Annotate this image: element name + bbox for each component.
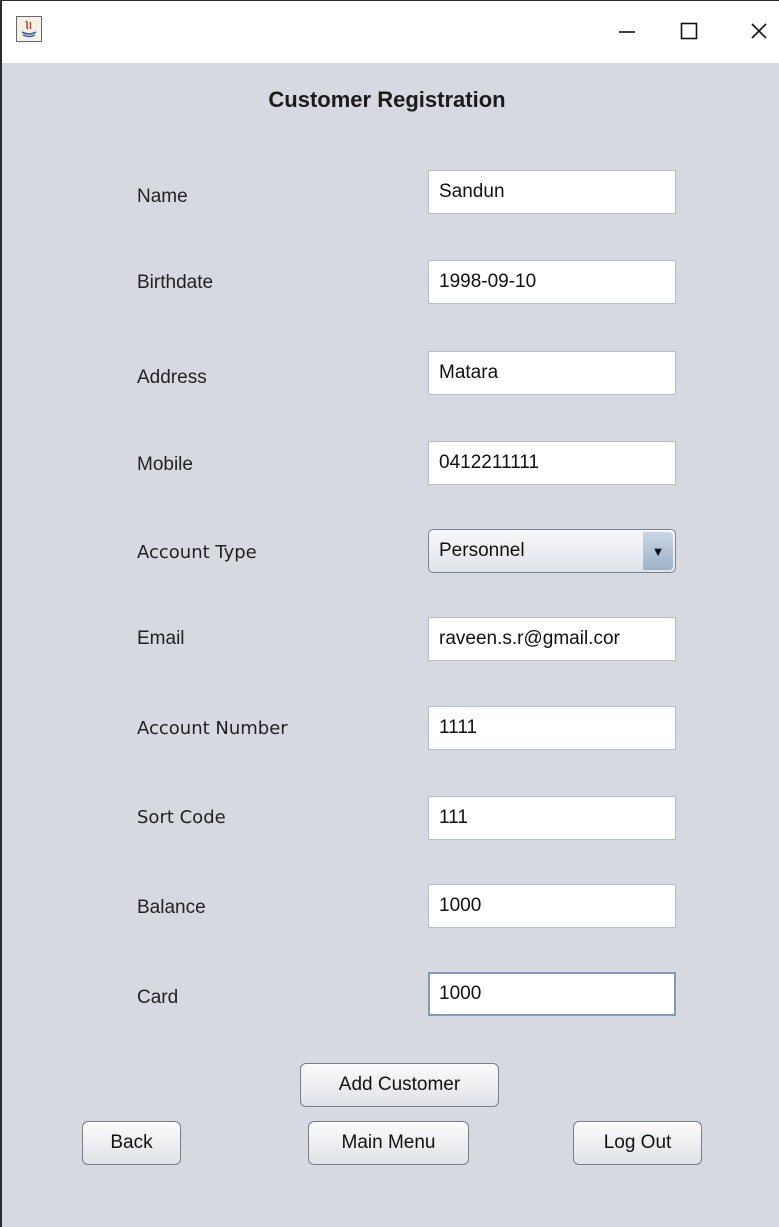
balance-label: Balance [137,897,206,918]
sort-code-field[interactable]: 111 [428,796,676,840]
account-type-label: Account Type [137,542,257,563]
close-icon[interactable] [737,13,779,49]
mobile-field[interactable]: 0412211111 [428,441,676,485]
card-field[interactable]: 1000 [428,972,676,1016]
email-label: Email [137,628,185,649]
name-field[interactable]: Sandun [428,170,676,214]
maximize-icon[interactable] [667,13,711,49]
chevron-down-icon[interactable]: ▼ [643,532,673,570]
balance-field[interactable]: 1000 [428,884,676,928]
card-label: Card [137,987,179,1008]
account-type-value: Personnel [439,540,525,561]
account-type-select[interactable]: Personnel ▼ [428,529,676,573]
log-out-button[interactable]: Log Out [573,1121,702,1165]
app-window: Customer Registration Name Sandun Birthd… [0,0,779,1227]
minimize-icon[interactable] [605,13,649,49]
title-bar[interactable] [2,1,779,63]
java-app-icon[interactable] [16,16,42,42]
name-label: Name [137,186,188,207]
add-customer-button[interactable]: Add Customer [300,1063,499,1107]
birthdate-field[interactable]: 1998-09-10 [428,260,676,304]
account-number-field[interactable]: 1111 [428,706,676,750]
address-field[interactable]: Matara [428,351,676,395]
birthdate-label: Birthdate [137,272,214,293]
account-number-label: Account Number [137,718,288,739]
sort-code-label: Sort Code [137,807,226,828]
main-menu-button[interactable]: Main Menu [308,1121,469,1165]
form-title: Customer Registration [268,87,506,112]
address-label: Address [137,367,207,388]
back-button[interactable]: Back [82,1121,181,1165]
mobile-label: Mobile [137,454,193,475]
email-field[interactable]: raveen.s.r@gmail.cor [428,617,676,661]
